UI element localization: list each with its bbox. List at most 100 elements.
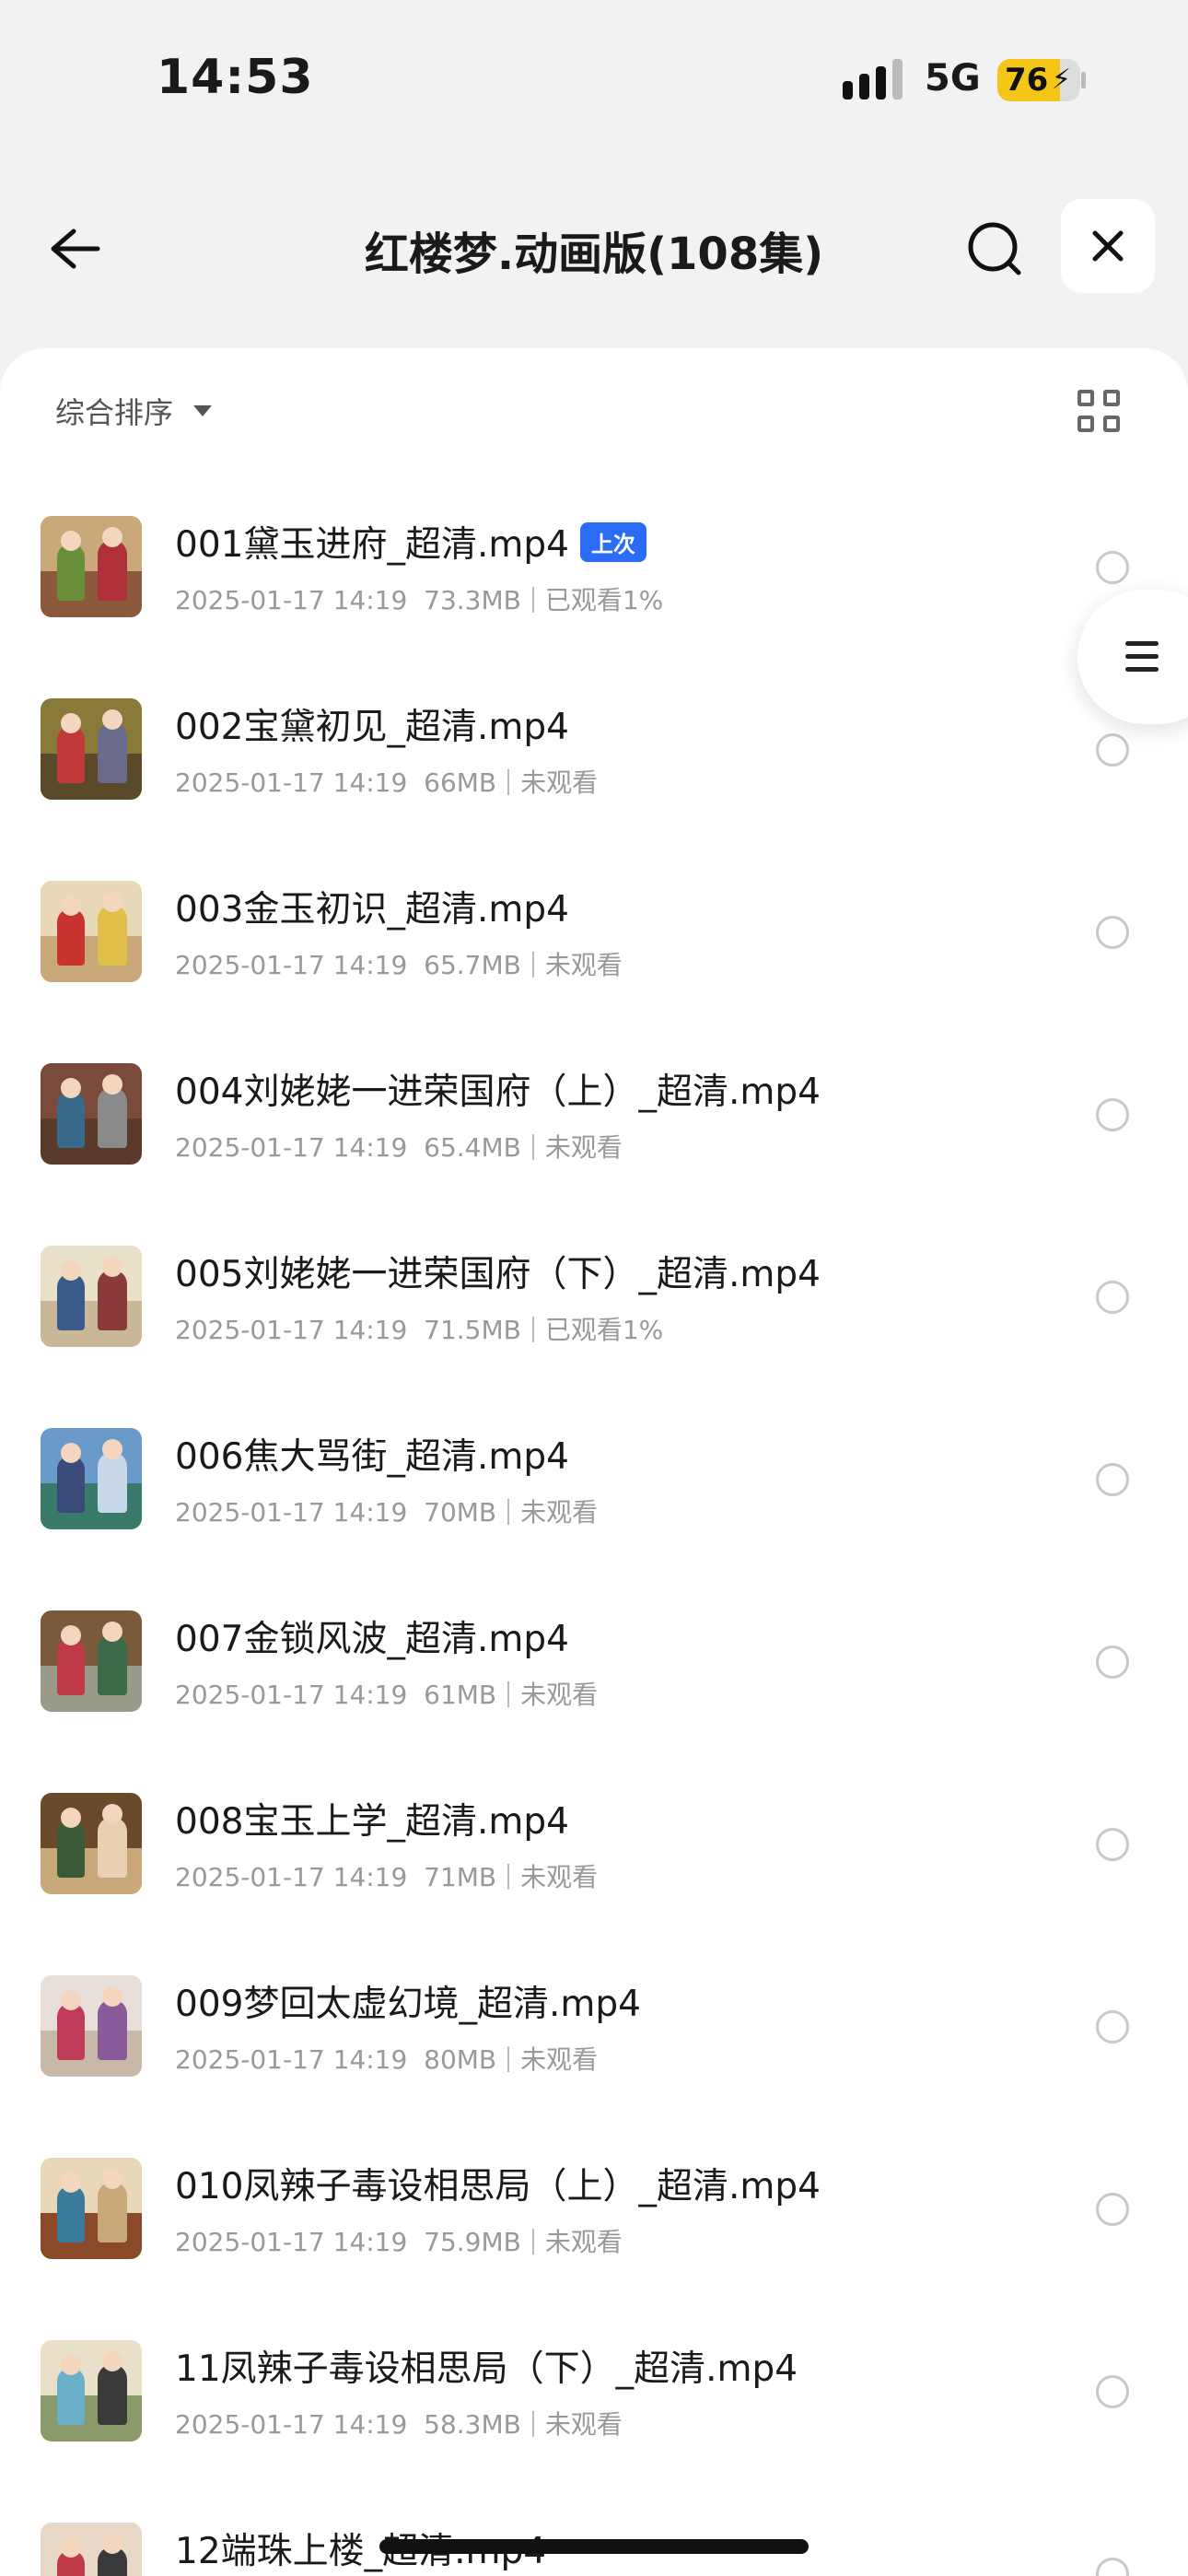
item-meta: 2025-01-17 14:19 80MB 未观看 <box>175 2040 598 2077</box>
list-item[interactable]: 008宝玉上学_超清.mp4 2025-01-17 14:19 71MB 未观看 <box>0 1754 1188 1937</box>
grid-view-button[interactable] <box>1077 390 1125 438</box>
list-item[interactable]: 010凤辣子毒设相思局（上）_超清.mp4 2025-01-17 14:19 7… <box>0 2119 1188 2301</box>
list-item[interactable]: 003金玉初识_超清.mp4 2025-01-17 14:19 65.7MB 未观… <box>0 842 1188 1025</box>
item-date: 2025-01-17 14:19 <box>175 585 408 615</box>
back-arrow-icon <box>51 228 100 269</box>
search-icon <box>968 222 1021 275</box>
item-date: 2025-01-17 14:19 <box>175 767 408 798</box>
list-item[interactable]: 005刘姥姥一进荣国府（下）_超清.mp4 2025-01-17 14:19 7… <box>0 1207 1188 1389</box>
item-size: 71MB <box>424 1862 497 1892</box>
sort-dropdown[interactable]: 综合排序 <box>55 390 213 432</box>
list-item[interactable]: 002宝黛初见_超清.mp4 2025-01-17 14:19 66MB 未观看 <box>0 660 1188 842</box>
item-watch-status: 已观看1% <box>544 585 664 615</box>
battery-cap <box>1081 72 1086 88</box>
select-radio[interactable] <box>1096 1645 1129 1679</box>
video-thumbnail <box>41 1246 142 1347</box>
caret-down-icon <box>193 405 213 416</box>
divider <box>507 769 510 795</box>
item-date: 2025-01-17 14:19 <box>175 2227 408 2257</box>
select-radio[interactable] <box>1096 2558 1129 2576</box>
file-list-panel: 综合排序 001黛玉进府_超清.mp4 上次 2025-01-17 14:19 … <box>0 348 1188 2576</box>
item-watch-status: 未观看 <box>520 767 599 798</box>
item-title-line: 003金玉初识_超清.mp4 <box>175 881 569 932</box>
item-name: 004刘姥姥一进荣国府（上）_超清.mp4 <box>175 1071 821 1113</box>
menu-icon <box>1125 641 1159 646</box>
video-thumbnail <box>41 881 142 982</box>
divider <box>531 1317 534 1342</box>
item-size: 80MB <box>424 2044 497 2075</box>
item-watch-status: 已观看1% <box>544 1315 664 1345</box>
item-watch-status: 未观看 <box>520 2044 599 2075</box>
header: 红楼梦.动画版(108集) <box>0 184 1188 313</box>
select-radio[interactable] <box>1096 1281 1129 1314</box>
charging-icon: ⚡ <box>1051 64 1071 96</box>
list-item[interactable]: 12端珠上楼_超清.mp4 <box>0 2484 1188 2576</box>
item-meta: 2025-01-17 14:19 70MB 未观看 <box>175 1493 598 1529</box>
item-meta: 2025-01-17 14:19 73.3MB 已观看1% <box>175 580 663 617</box>
list-item[interactable]: 006焦大骂街_超清.mp4 2025-01-17 14:19 70MB 未观看 <box>0 1389 1188 1572</box>
item-meta: 2025-01-17 14:19 71MB 未观看 <box>175 1857 598 1894</box>
item-size: 65.4MB <box>424 1132 521 1163</box>
divider <box>507 1864 510 1890</box>
home-indicator <box>379 2539 809 2554</box>
item-size: 70MB <box>424 1497 497 1528</box>
select-radio[interactable] <box>1096 551 1129 584</box>
list-item[interactable]: 004刘姥姥一进荣国府（上）_超清.mp4 2025-01-17 14:19 6… <box>0 1025 1188 1207</box>
item-title-line: 005刘姥姥一进荣国府（下）_超清.mp4 <box>175 1246 821 1297</box>
select-radio[interactable] <box>1096 1828 1129 1861</box>
list-item[interactable]: 009梦回太虚幻境_超清.mp4 2025-01-17 14:19 80MB 未观… <box>0 1937 1188 2119</box>
video-thumbnail <box>41 1428 142 1529</box>
item-meta: 2025-01-17 14:19 65.4MB 未观看 <box>175 1128 623 1165</box>
select-radio[interactable] <box>1096 2193 1129 2226</box>
item-meta: 2025-01-17 14:19 66MB 未观看 <box>175 763 598 800</box>
item-title-line: 010凤辣子毒设相思局（上）_超清.mp4 <box>175 2158 821 2209</box>
page-title: 红楼梦.动画版(108集) <box>364 228 824 280</box>
video-thumbnail <box>41 1610 142 1712</box>
item-date: 2025-01-17 14:19 <box>175 950 408 980</box>
video-thumbnail <box>41 1063 142 1165</box>
network-label: 5G <box>925 57 981 100</box>
select-radio[interactable] <box>1096 733 1129 767</box>
item-date: 2025-01-17 14:19 <box>175 1680 408 1710</box>
item-title-line: 006焦大骂街_超清.mp4 <box>175 1428 569 1480</box>
item-date: 2025-01-17 14:19 <box>175 2044 408 2075</box>
select-radio[interactable] <box>1096 2375 1129 2408</box>
item-name: 11凤辣子毒设相思局（下）_超清.mp4 <box>175 2348 798 2390</box>
list-item[interactable]: 001黛玉进府_超清.mp4 上次 2025-01-17 14:19 73.3M… <box>0 477 1188 660</box>
list-item[interactable]: 11凤辣子毒设相思局（下）_超清.mp4 2025-01-17 14:19 58… <box>0 2301 1188 2484</box>
item-meta: 2025-01-17 14:19 61MB 未观看 <box>175 1675 598 1712</box>
video-thumbnail <box>41 698 142 800</box>
grid-view-icon-cell <box>1103 390 1120 406</box>
select-radio[interactable] <box>1096 2010 1129 2043</box>
grid-view-icon-cell <box>1103 416 1120 432</box>
back-button[interactable] <box>37 212 111 286</box>
divider <box>531 1134 534 1160</box>
item-title-line: 001黛玉进府_超清.mp4 上次 <box>175 516 646 568</box>
item-watch-status: 未观看 <box>544 2227 623 2257</box>
item-title-line: 008宝玉上学_超清.mp4 <box>175 1793 569 1844</box>
item-watch-status: 未观看 <box>520 1497 599 1528</box>
sort-label: 综合排序 <box>55 395 174 430</box>
close-button[interactable] <box>1061 199 1155 293</box>
grid-view-icon <box>1077 390 1094 406</box>
item-title-line: 007金锁风波_超清.mp4 <box>175 1610 569 1662</box>
select-radio[interactable] <box>1096 916 1129 949</box>
item-name: 001黛玉进府_超清.mp4 <box>175 524 569 566</box>
video-thumbnail <box>41 516 142 617</box>
battery-icon: 76 ⚡ <box>997 59 1080 101</box>
divider <box>507 1499 510 1525</box>
item-title-line: 004刘姥姥一进荣国府（上）_超清.mp4 <box>175 1063 821 1115</box>
item-watch-status: 未观看 <box>544 2409 623 2440</box>
item-watch-status: 未观看 <box>544 950 623 980</box>
item-date: 2025-01-17 14:19 <box>175 1497 408 1528</box>
select-radio[interactable] <box>1096 1098 1129 1131</box>
item-watch-status: 未观看 <box>544 1132 623 1163</box>
video-thumbnail <box>41 1975 142 2077</box>
search-button[interactable] <box>958 212 1031 286</box>
item-name: 002宝黛初见_超清.mp4 <box>175 707 569 748</box>
select-radio[interactable] <box>1096 1463 1129 1496</box>
item-meta: 2025-01-17 14:19 65.7MB 未观看 <box>175 945 623 982</box>
item-name: 006焦大骂街_超清.mp4 <box>175 1436 569 1478</box>
video-list: 001黛玉进府_超清.mp4 上次 2025-01-17 14:19 73.3M… <box>0 477 1188 2576</box>
list-item[interactable]: 007金锁风波_超清.mp4 2025-01-17 14:19 61MB 未观看 <box>0 1572 1188 1754</box>
